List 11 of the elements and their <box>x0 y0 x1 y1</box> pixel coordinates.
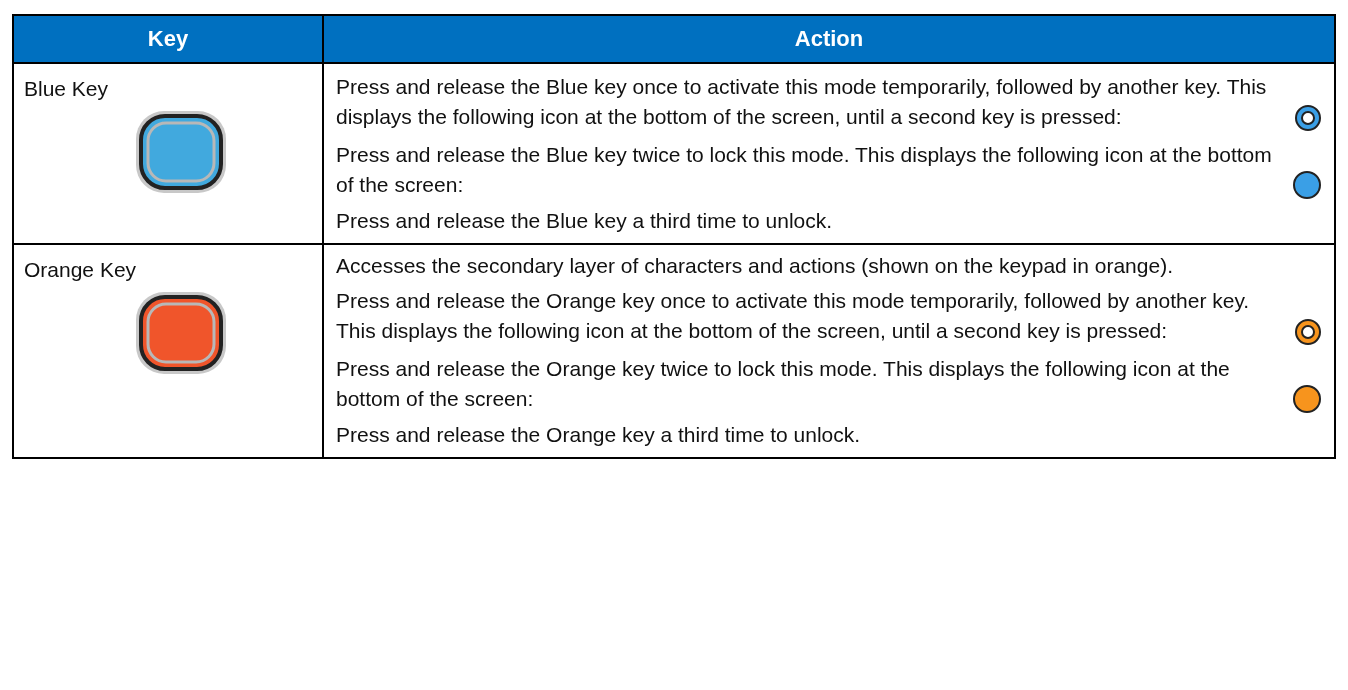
action-text: Press and release the Orange key twice to lock this mode. This displays the following icon at the bottom of the screen: <box>336 356 1231 412</box>
action-text: Press and release the Blue key once to activate this mode temporarily, followed by another key. This displays the following icon at the bottom of the screen, until a second key is pressed: <box>336 74 1268 130</box>
action-text: Accesses the secondary layer of characters and actions (shown on the keypad in orange). <box>336 254 1173 277</box>
column-header: Action <box>323 15 1335 63</box>
key-name: Blue Key <box>24 76 110 101</box>
action-text: Press and release the Blue key twice to lock this mode. This displays the following icon at the bottom of the screen: <box>336 142 1273 198</box>
action-text: Press and release the Blue key a third time to unlock. <box>336 209 833 232</box>
action-text: Press and release the Orange key a third time to unlock. <box>336 423 861 446</box>
action-text: Press and release the Orange key once to activate this mode temporarily, followed by another key. This displays the following icon at the bottom of the screen, until a second key is pressed: <box>336 288 1251 344</box>
column-header: Key <box>13 15 323 63</box>
key-name: Orange Key <box>24 257 138 282</box>
